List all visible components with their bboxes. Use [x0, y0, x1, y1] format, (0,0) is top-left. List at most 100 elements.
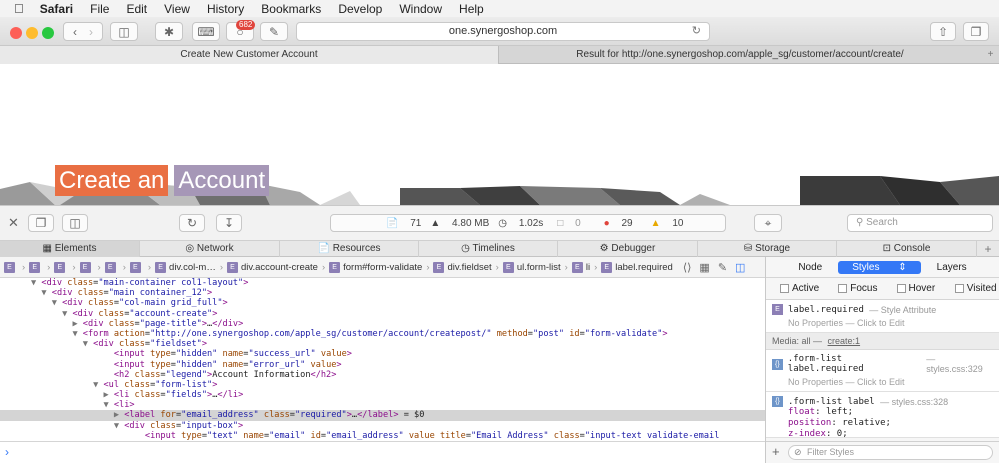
disclosure-collapsed-icon[interactable]: ▶ [103, 390, 113, 400]
rule-source[interactable]: — styles.css:328 [880, 397, 948, 407]
css-property[interactable]: z-index: 0; [788, 429, 993, 437]
console-prompt-input[interactable]: › [0, 441, 765, 463]
breadcrumb-collapsed[interactable]: E › [54, 261, 76, 273]
disclosure-collapsed-icon[interactable]: ▶ [114, 410, 124, 420]
breadcrumb-collapsed[interactable]: E › [79, 261, 101, 273]
back-forward-buttons[interactable]: ‹ › [63, 22, 103, 41]
address-bar[interactable]: one.synergoshop.com ↻ [296, 22, 710, 41]
breadcrumb-collapsed[interactable]: E › [129, 261, 151, 273]
dom-node[interactable]: <input type="hidden" name="success_url" … [0, 349, 765, 359]
disclosure-expanded-icon[interactable] [135, 431, 145, 441]
pencil-icon[interactable]: ✎ [718, 261, 727, 274]
reload-page-button[interactable]: ↻ [179, 214, 205, 232]
keyboard-button[interactable]: ⌨ [192, 22, 220, 41]
menu-file[interactable]: File [90, 2, 109, 16]
style-rule-label[interactable]: {} .form-list label — styles.css:328 floa… [766, 392, 999, 438]
dom-node[interactable]: ▼ <div class="main container_12"> [0, 288, 765, 298]
dom-node-selected[interactable]: ▶ <label for="email_address" class="requ… [0, 410, 765, 421]
no-properties-text[interactable]: No Properties — Click to Edit [788, 318, 993, 328]
tab-layers[interactable]: Layers [937, 262, 967, 273]
minimize-window-button[interactable] [26, 27, 38, 39]
notes-button[interactable]: ✎ [260, 22, 288, 41]
disclosure-expanded-icon[interactable]: ▼ [41, 288, 51, 298]
new-tab-button[interactable]: + [982, 46, 999, 64]
apple-menu-icon[interactable]:  [14, 1, 24, 16]
share-button[interactable]: ⇧ [930, 22, 956, 41]
inspect-element-button[interactable]: ⌖ [754, 214, 782, 232]
load-time[interactable]: ◷ 1.02s [498, 218, 543, 229]
tab-styles[interactable]: Styles ⇕ [838, 260, 921, 274]
dom-node[interactable]: <input type="text" name="email" id="emai… [0, 431, 765, 441]
disclosure-expanded-icon[interactable] [103, 360, 113, 370]
dom-node[interactable]: ▼ <ul class="form-list"> [0, 380, 765, 390]
sidebar-toggle-button[interactable]: ◫ [110, 22, 138, 41]
dom-node[interactable]: <h2 class="legend">Account Information</… [0, 370, 765, 380]
close-icon[interactable]: ✕ [8, 215, 19, 231]
sidebar-panel-icon[interactable]: ◫ [735, 261, 745, 274]
reload-icon[interactable]: ↻ [692, 23, 701, 40]
menu-edit[interactable]: Edit [126, 2, 147, 16]
css-property[interactable]: position: relative; [788, 418, 993, 429]
filter-styles-input[interactable]: ⊘ Filter Styles [788, 445, 993, 460]
breadcrumb-item[interactable]: Eform#form-validate › [329, 261, 429, 273]
dom-node[interactable]: ▶ <li class="fields">…</li> [0, 390, 765, 400]
tab-node[interactable]: Node [798, 262, 822, 273]
menu-view[interactable]: View [164, 2, 190, 16]
disclosure-expanded-icon[interactable]: ▼ [72, 329, 82, 339]
devtools-search-input[interactable]: ⚲ Search [847, 214, 993, 232]
tab-timelines[interactable]: ◷ Timelines [419, 241, 558, 257]
tab-console[interactable]: ⊡ Console [837, 241, 977, 257]
warning-count[interactable]: ▲ 10 [642, 218, 684, 229]
tab-elements[interactable]: ▦ Elements [0, 241, 140, 257]
dom-node[interactable]: ▼ <div class="input-box"> [0, 421, 765, 431]
split-button[interactable]: ◫ [62, 214, 88, 232]
breadcrumb-item-current[interactable]: Elabel.required [601, 261, 673, 273]
message-count[interactable]: □ 0 [557, 218, 580, 229]
disclosure-collapsed-icon[interactable]: ▶ [72, 319, 82, 329]
disclosure-expanded-icon[interactable] [103, 349, 113, 359]
disclosure-expanded-icon[interactable]: ▼ [103, 400, 113, 410]
tab-storage[interactable]: ⛁ Storage [698, 241, 837, 257]
dom-node[interactable]: ▼ <div class="col-main grid_full"> [0, 298, 765, 308]
tabs-overview-button[interactable]: ❐ [963, 22, 989, 41]
breadcrumb-item[interactable]: Ediv.fieldset › [433, 261, 499, 273]
style-rule-required[interactable]: {} .form-list label.required — styles.css… [766, 350, 999, 392]
breadcrumb-item[interactable]: Ediv.col-m… › [155, 261, 223, 273]
focus-checkbox[interactable]: Focus [838, 283, 882, 294]
media-source-link[interactable]: create:1 [828, 336, 861, 346]
breadcrumb-item[interactable]: Ediv.account-create › [227, 261, 325, 273]
chevron-right-icon[interactable]: › [89, 25, 93, 39]
resource-size[interactable]: ▲ 4.80 MB [430, 218, 489, 229]
braces-icon[interactable]: ⟨⟩ [683, 261, 692, 274]
breadcrumb-item[interactable]: Eli › [571, 261, 597, 273]
menu-bookmarks[interactable]: Bookmarks [261, 2, 321, 16]
disclosure-expanded-icon[interactable]: ▼ [52, 298, 62, 308]
visited-checkbox[interactable]: Visited [954, 283, 999, 294]
dom-node[interactable]: ▼ <form action="http://one.synergoshop.c… [0, 329, 765, 339]
dom-node[interactable]: ▶ <div class="page-title">…</div> [0, 319, 765, 329]
dom-node[interactable]: ▼ <li> [0, 400, 765, 410]
close-window-button[interactable] [10, 27, 22, 39]
extension-button[interactable]: ✱ [155, 22, 183, 41]
download-button[interactable]: ↧ [216, 214, 242, 232]
dom-node[interactable]: ▼ <div class="fieldset"> [0, 339, 765, 349]
menu-help[interactable]: Help [459, 2, 484, 16]
active-checkbox[interactable]: Active [780, 283, 824, 294]
tab-create-account[interactable]: Create New Customer Account [0, 46, 499, 64]
disclosure-expanded-icon[interactable] [103, 370, 113, 380]
dom-node[interactable]: ▼ <div class="account-create"> [0, 309, 765, 319]
breadcrumb-collapsed[interactable]: E › [29, 261, 50, 273]
tab-debugger[interactable]: ⚙ Debugger [558, 241, 698, 257]
rule-source[interactable]: — styles.css:329 [926, 354, 993, 374]
css-property[interactable]: float: left; [788, 407, 993, 418]
breadcrumb-collapsed[interactable]: E › [104, 261, 126, 273]
hover-checkbox[interactable]: Hover [896, 283, 941, 294]
disclosure-expanded-icon[interactable]: ▼ [114, 421, 124, 431]
disclosure-expanded-icon[interactable]: ▼ [62, 309, 72, 319]
tab-result[interactable]: Result for http://one.synergoshop.com/ap… [500, 46, 980, 64]
menu-window[interactable]: Window [399, 2, 442, 16]
maximize-window-button[interactable] [42, 27, 54, 39]
breadcrumb-collapsed[interactable]: E › [4, 261, 25, 273]
no-properties-text[interactable]: No Properties — Click to Edit [788, 377, 993, 387]
disclosure-expanded-icon[interactable]: ▼ [31, 278, 41, 288]
